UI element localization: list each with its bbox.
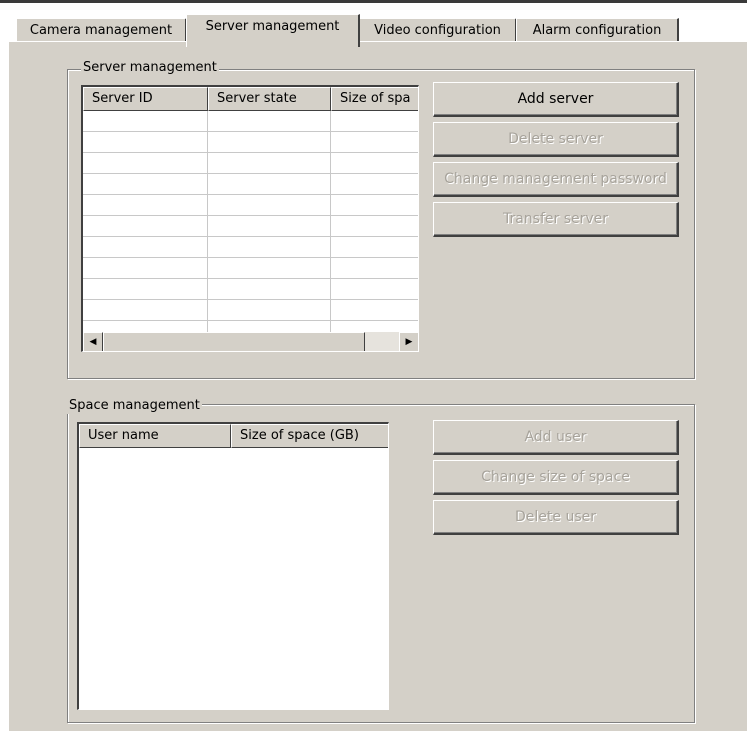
column-header-server-state[interactable]: Server state: [208, 87, 331, 111]
table-row: [83, 153, 418, 174]
server-management-panel: Server management Server ID Server state…: [8, 41, 747, 731]
column-header-user-name[interactable]: User name: [79, 424, 231, 448]
server-management-group-title: Server management: [81, 60, 219, 76]
table-row: [83, 300, 418, 321]
transfer-server-button[interactable]: Transfer server: [433, 202, 679, 237]
change-management-password-button[interactable]: Change management password: [433, 162, 679, 197]
column-header-server-id[interactable]: Server ID: [83, 87, 208, 111]
table-row: [83, 216, 418, 237]
tab-strip: Camera management Server management Vide…: [0, 3, 747, 47]
table-row: [83, 132, 418, 153]
scroll-left-icon[interactable]: ◀: [83, 332, 103, 351]
column-header-size-of-space[interactable]: Size of spa: [331, 87, 418, 111]
table-row: [83, 174, 418, 195]
table-row: [83, 237, 418, 258]
tab-server-management[interactable]: Server management: [186, 14, 360, 47]
column-header-size-of-space-gb[interactable]: Size of space (GB): [231, 424, 388, 448]
add-server-button[interactable]: Add server: [433, 82, 679, 117]
scrollbar-thumb[interactable]: [103, 332, 365, 351]
scroll-right-icon[interactable]: ▶: [399, 332, 418, 351]
space-management-group-title: Space management: [67, 398, 202, 414]
table-row: [83, 111, 418, 132]
table-row: [83, 279, 418, 300]
change-size-of-space-button[interactable]: Change size of space: [433, 460, 679, 495]
delete-server-button[interactable]: Delete server: [433, 122, 679, 157]
delete-user-button[interactable]: Delete user: [433, 500, 679, 535]
table-row: [83, 258, 418, 279]
user-space-list[interactable]: User name Size of space (GB): [77, 422, 389, 710]
server-list[interactable]: Server ID Server state Size of spa ◀ ▶: [81, 85, 419, 352]
table-row: [83, 195, 418, 216]
horizontal-scrollbar[interactable]: ◀ ▶: [83, 332, 418, 351]
add-user-button[interactable]: Add user: [433, 420, 679, 455]
